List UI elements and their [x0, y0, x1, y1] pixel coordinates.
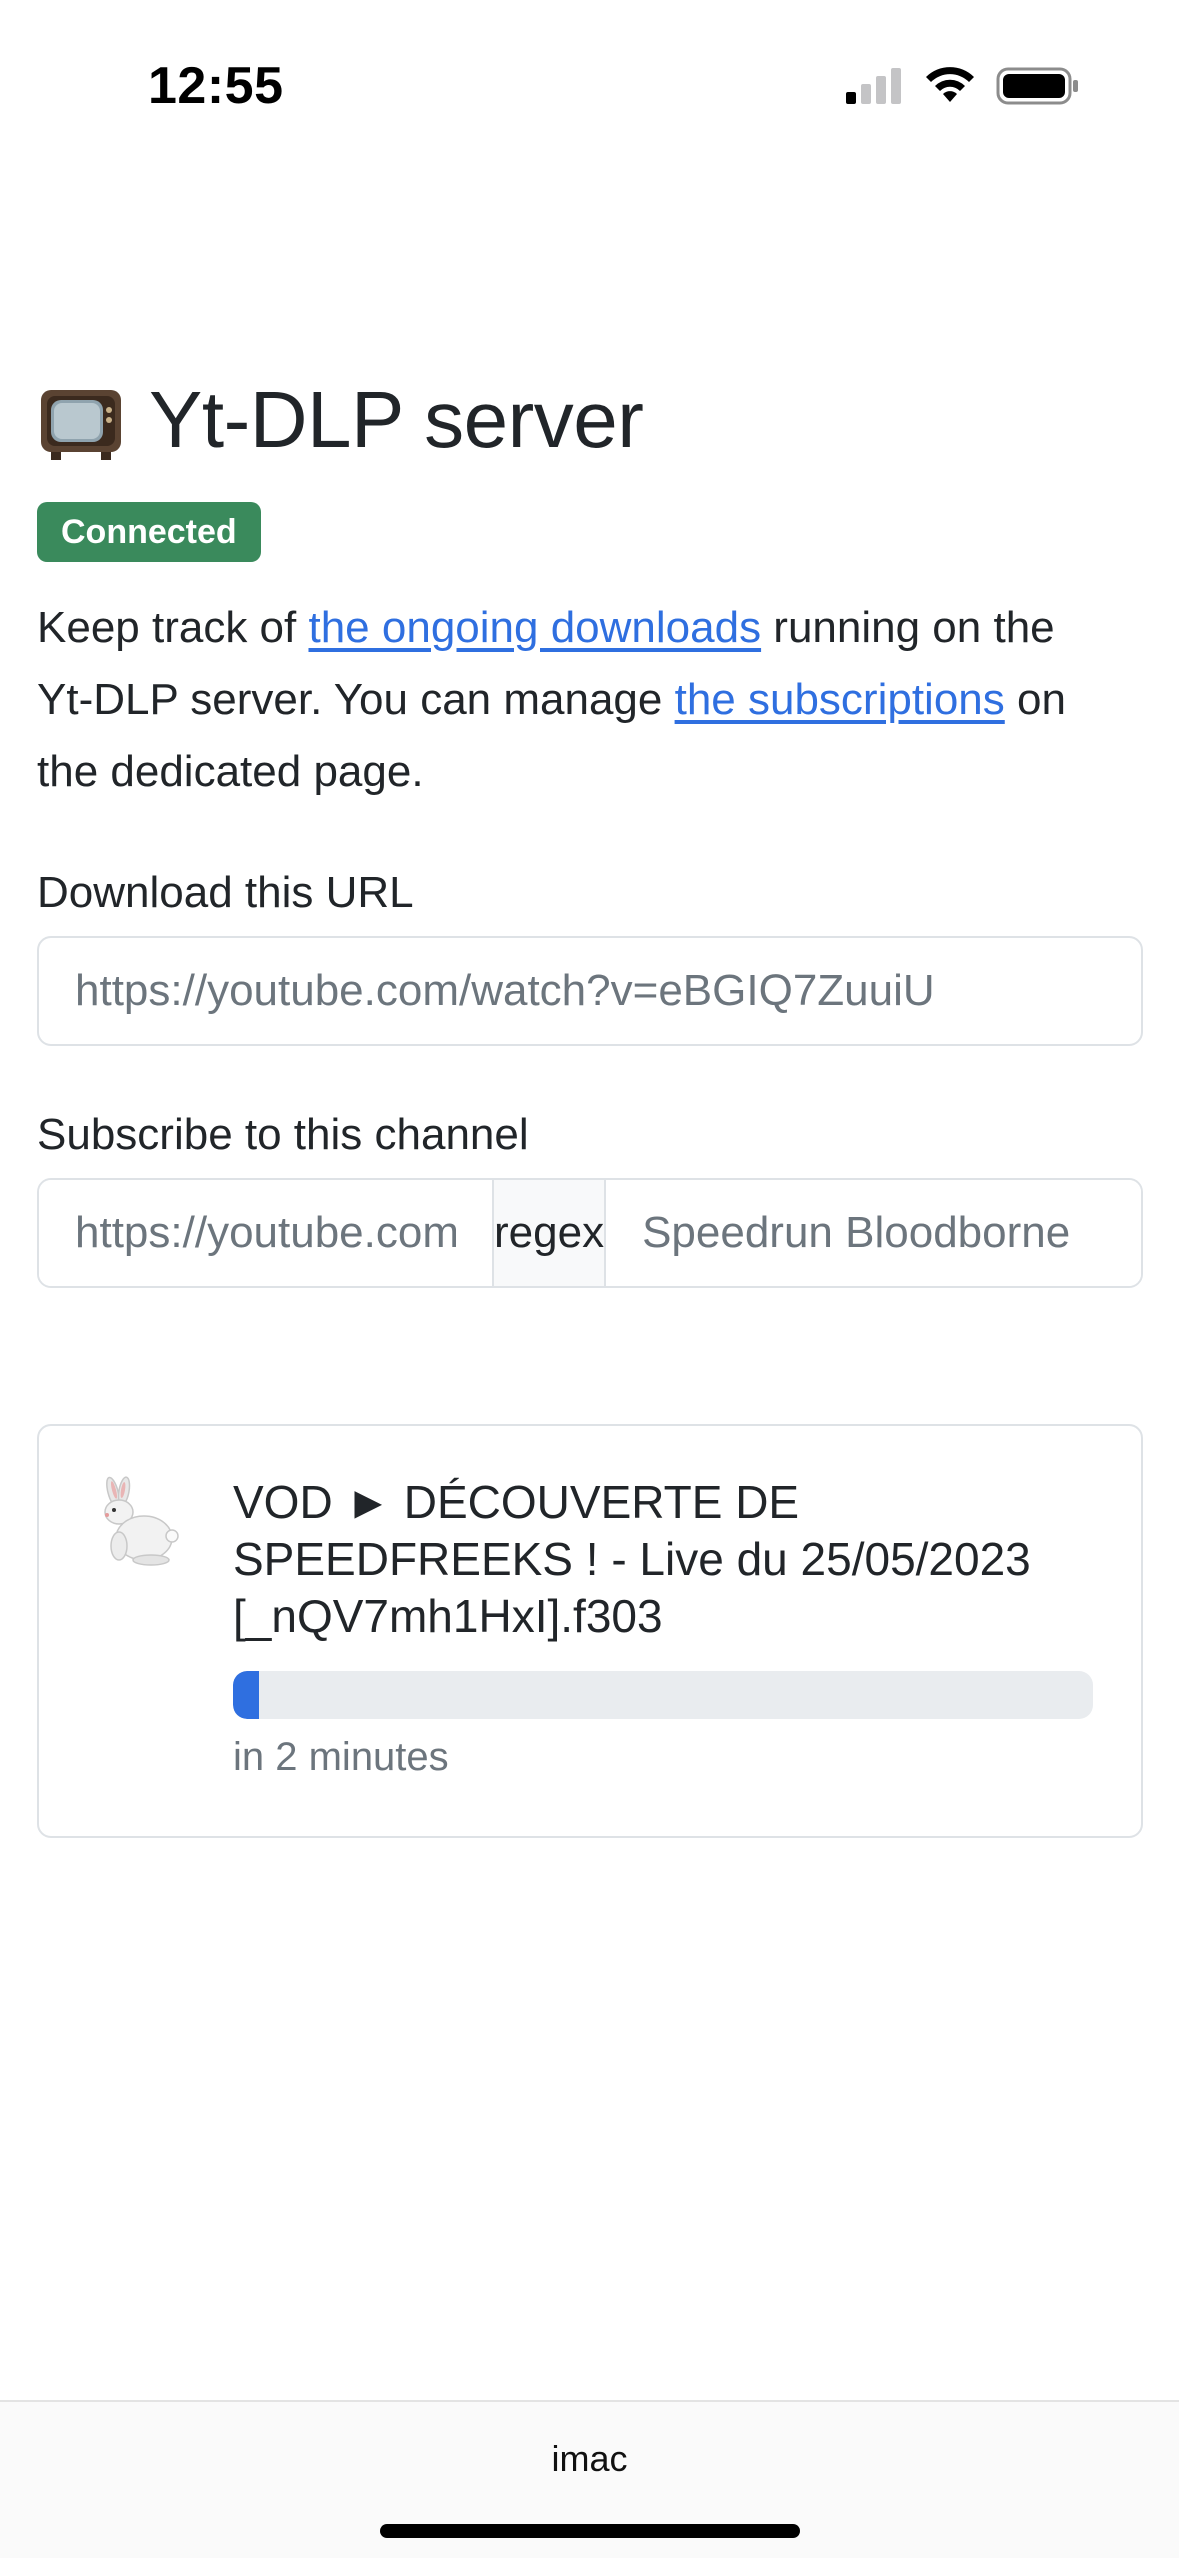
regex-input[interactable] — [606, 1180, 1141, 1286]
status-badge: Connected — [37, 502, 261, 562]
download-url-label: Download this URL — [37, 868, 414, 917]
progress-bar — [233, 1671, 1093, 1719]
download-body: VOD ► DÉCOUVERTE DE SPEEDFREEKS ! - Live… — [233, 1474, 1093, 1780]
host-label: imac — [551, 2438, 628, 2479]
progress-fill — [233, 1671, 259, 1719]
download-card: VOD ► DÉCOUVERTE DE SPEEDFREEKS ! - Live… — [37, 1424, 1143, 1838]
intro-paragraph: Keep track of the ongoing downloads runn… — [37, 592, 1117, 808]
television-icon — [41, 390, 121, 460]
wifi-icon — [926, 67, 974, 102]
download-eta: in 2 minutes — [233, 1735, 449, 1779]
regex-addon-label: regex — [492, 1180, 607, 1286]
ongoing-downloads-link[interactable]: the ongoing downloads — [308, 603, 761, 652]
subscribe-input-group: regex — [37, 1178, 1143, 1288]
channel-url-input[interactable] — [39, 1180, 492, 1286]
download-title: VOD ► DÉCOUVERTE DE SPEEDFREEKS ! - Live… — [233, 1476, 1031, 1642]
bottom-bar: imac — [0, 2400, 1179, 2558]
status-time: 12:55 — [148, 57, 284, 115]
page-title: Yt-DLP server — [37, 360, 1143, 480]
main-content: Yt-DLP server Connected Keep track of th… — [37, 360, 1143, 1838]
cellular-signal-icon — [846, 68, 901, 104]
download-url-input[interactable] — [37, 936, 1143, 1046]
subscriptions-link[interactable]: the subscriptions — [675, 675, 1005, 724]
intro-text: Keep track of — [37, 603, 309, 652]
rabbit-icon — [104, 1476, 179, 1566]
page-title-text: Yt-DLP server — [149, 375, 644, 464]
subscribe-channel-label: Subscribe to this channel — [37, 1110, 529, 1159]
status-bar: 12:55 — [0, 0, 1179, 170]
battery-icon — [996, 67, 1078, 105]
home-indicator[interactable] — [380, 2524, 800, 2538]
